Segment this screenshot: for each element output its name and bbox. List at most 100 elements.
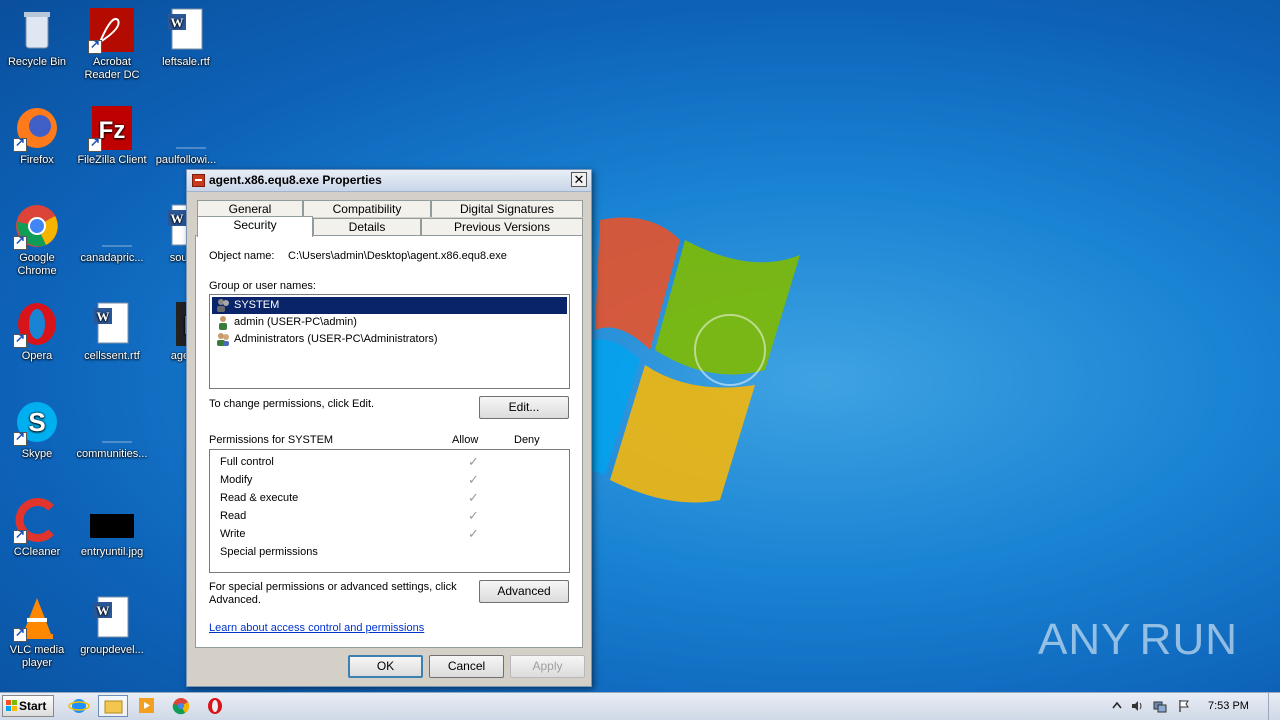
desktop-icon-firefox[interactable]: Firefox	[0, 104, 74, 167]
taskbar-clock[interactable]: 7:53 PM	[1208, 700, 1249, 712]
user-list[interactable]: SYSTEM admin (USER-PC\admin) Administrat…	[209, 294, 570, 389]
advanced-button[interactable]: Advanced	[479, 580, 569, 603]
group-or-user-names-label: Group or user names:	[209, 280, 316, 292]
allow-check-icon: ✓	[468, 526, 479, 541]
special-permissions-text: For special permissions or advanced sett…	[209, 581, 457, 606]
word-document-icon: W	[94, 596, 129, 638]
taskbar-opera[interactable]	[202, 695, 228, 717]
change-permissions-text: To change permissions, click Edit.	[209, 398, 375, 410]
user-group-icon	[217, 299, 229, 312]
show-hidden-icons-chevron-icon[interactable]	[1110, 699, 1124, 713]
desktop-icon-ccleaner[interactable]: CCleaner	[0, 496, 74, 559]
ok-button[interactable]: OK	[348, 655, 423, 678]
icon-label: CCleaner	[13, 546, 61, 558]
desktop-icon-leftsale-rtf[interactable]: W leftsale.rtf	[149, 6, 223, 69]
taskbar-media-player[interactable]	[134, 695, 160, 717]
shortcut-arrow-icon	[13, 234, 27, 250]
permissions-list: Full control ✓ Modify ✓ Read & execute ✓ Re…	[209, 449, 570, 573]
svg-text:S: S	[28, 407, 45, 437]
permission-row: Read ✓	[220, 507, 559, 525]
permission-label: Read & execute	[220, 492, 299, 504]
permission-row: Special permissions	[220, 543, 559, 561]
icon-label: entryuntil.jpg	[80, 546, 144, 558]
desktop-icon-paulfollowi[interactable]: paulfollowi...	[149, 104, 223, 167]
icon-label: groupdevel...	[80, 644, 144, 656]
chrome-icon	[172, 698, 190, 715]
desktop-icon-canadapric[interactable]: canadapric...	[75, 202, 149, 265]
dialog-titlebar[interactable]: agent.x86.equ8.exe Properties ✕	[187, 170, 591, 192]
icon-label: Google Chrome	[17, 252, 57, 277]
network-icon[interactable]	[1153, 699, 1167, 713]
object-name-value: C:\Users\admin\Desktop\agent.x86.equ8.ex…	[288, 250, 507, 262]
icon-label: Opera	[21, 350, 53, 362]
learn-access-control-link[interactable]: Learn about access control and permissio…	[209, 622, 424, 634]
user-list-item-administrators[interactable]: Administrators (USER-PC\Administrators)	[212, 331, 567, 348]
edit-button[interactable]: Edit...	[479, 396, 569, 419]
watermark-text-left: ANY	[1038, 615, 1132, 664]
taskbar-file-explorer[interactable]	[98, 695, 128, 717]
allow-check-icon: ✓	[468, 508, 479, 523]
tab-compatibility[interactable]: Compatibility	[303, 200, 431, 217]
word-document-icon: W	[168, 8, 203, 50]
blank-file-icon	[176, 147, 206, 149]
desktop-icon-opera[interactable]: Opera	[0, 300, 74, 363]
user-label: admin (USER-PC\admin)	[234, 316, 357, 328]
icon-label: Skype	[21, 448, 53, 460]
user-list-item-system[interactable]: SYSTEM	[212, 297, 567, 314]
permission-row: Full control ✓	[220, 453, 559, 471]
close-button[interactable]: ✕	[571, 172, 587, 187]
start-button[interactable]: Start	[2, 695, 54, 717]
cancel-button[interactable]: Cancel	[429, 655, 504, 678]
app-icon	[192, 174, 205, 187]
icon-label: canadapric...	[80, 252, 144, 264]
tab-security[interactable]: Security	[197, 216, 313, 237]
desktop-icon-communities[interactable]: communities...	[75, 398, 149, 461]
icon-label: paulfollowi...	[155, 154, 217, 166]
apply-button[interactable]: Apply	[510, 655, 585, 678]
desktop-icon-entryuntil-jpg[interactable]: entryuntil.jpg	[75, 496, 149, 559]
permission-row: Modify ✓	[220, 471, 559, 489]
shortcut-arrow-icon	[13, 136, 27, 152]
permission-label: Write	[220, 528, 246, 540]
desktop-icon-vlc[interactable]: VLC media player	[0, 594, 74, 670]
svg-text:W: W	[97, 309, 110, 324]
desktop-icon-skype[interactable]: S Skype	[0, 398, 74, 461]
allow-check-icon: ✓	[468, 472, 479, 487]
tab-general[interactable]: General	[197, 200, 303, 217]
object-name-label: Object name:	[209, 250, 275, 262]
media-player-icon	[139, 698, 154, 713]
blank-file-icon	[102, 441, 132, 443]
permission-row: Read & execute ✓	[220, 489, 559, 507]
tab-details[interactable]: Details	[313, 218, 421, 235]
action-center-flag-icon[interactable]	[1177, 699, 1191, 713]
tab-digital-signatures[interactable]: Digital Signatures	[431, 200, 583, 217]
image-thumbnail-icon	[90, 514, 134, 538]
desktop-icon-filezilla[interactable]: Fz FileZilla Client	[75, 104, 149, 167]
shortcut-arrow-icon	[13, 528, 27, 544]
opera-icon	[208, 698, 222, 714]
icon-label: Recycle Bin	[7, 56, 67, 68]
permissions-for-label: Permissions for SYSTEM	[209, 434, 334, 446]
user-list-item-admin[interactable]: admin (USER-PC\admin)	[212, 314, 567, 331]
user-label: SYSTEM	[234, 299, 280, 311]
tab-previous-versions[interactable]: Previous Versions	[421, 218, 583, 235]
desktop-icon-groupdevel[interactable]: W groupdevel...	[75, 594, 149, 657]
permission-label: Read	[220, 510, 247, 522]
show-desktop-button[interactable]	[1268, 693, 1280, 720]
user-group-icon	[217, 333, 229, 346]
desktop-icon-recycle-bin[interactable]: Recycle Bin	[0, 6, 74, 69]
icon-label: communities...	[76, 448, 148, 460]
taskbar-internet-explorer[interactable]	[66, 695, 92, 717]
allow-column-header: Allow	[452, 434, 479, 446]
user-label: Administrators (USER-PC\Administrators)	[234, 333, 438, 345]
desktop-icon-google-chrome[interactable]: Google Chrome	[0, 202, 74, 278]
shortcut-arrow-icon	[13, 626, 27, 642]
volume-icon[interactable]	[1130, 699, 1144, 713]
deny-column-header: Deny	[514, 434, 540, 446]
shortcut-arrow-icon	[88, 136, 102, 152]
permission-row: Write ✓	[220, 525, 559, 543]
desktop-icon-acrobat-reader[interactable]: Acrobat Reader DC	[75, 6, 149, 82]
icon-label: Firefox	[20, 154, 54, 166]
taskbar-chrome[interactable]	[168, 695, 194, 717]
desktop-icon-cellssent-rtf[interactable]: W cellssent.rtf	[75, 300, 149, 363]
